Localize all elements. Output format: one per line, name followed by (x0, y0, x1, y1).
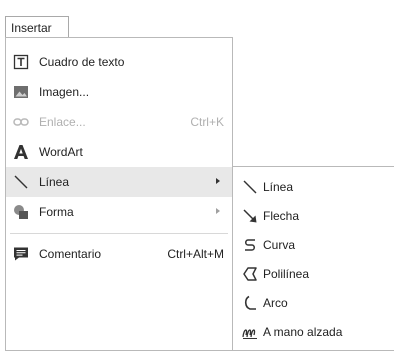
menu-item-image[interactable]: Imagen... (6, 77, 232, 107)
line-icon (242, 179, 258, 195)
chevron-right-icon (216, 208, 220, 214)
menu-item-label: Enlace... (39, 115, 86, 129)
wordart-icon (13, 144, 29, 160)
line-submenu: Línea Flecha Curva Polilínea Arco A mano… (232, 166, 394, 351)
polyline-icon (242, 266, 258, 282)
menu-item-link[interactable]: Enlace... Ctrl+K (6, 107, 232, 137)
menu-item-label: WordArt (39, 145, 83, 159)
insert-menu: Cuadro de texto Imagen... Enlace... Ctrl… (5, 37, 233, 351)
submenu-item-polyline[interactable]: Polilínea (233, 259, 394, 289)
submenu-item-curve[interactable]: Curva (233, 230, 394, 260)
submenu-item-label: Arco (263, 296, 288, 310)
menu-item-shortcut: Ctrl+Alt+M (167, 247, 224, 261)
image-icon (13, 84, 29, 100)
shape-icon (13, 204, 29, 220)
freehand-icon (242, 324, 258, 340)
line-icon (13, 174, 29, 190)
submenu-item-label: Polilínea (263, 267, 310, 281)
submenu-item-arc[interactable]: Arco (233, 288, 394, 318)
comment-icon (13, 246, 29, 262)
menu-item-shortcut: Ctrl+K (190, 115, 224, 129)
arrow-icon (242, 208, 258, 224)
menu-divider (10, 233, 228, 234)
submenu-item-freehand[interactable]: A mano alzada (233, 317, 394, 347)
curve-icon (242, 237, 258, 253)
link-icon (13, 114, 29, 130)
submenu-item-arrow[interactable]: Flecha (233, 201, 394, 231)
menu-item-label: Forma (39, 205, 74, 219)
text-box-icon (13, 54, 29, 70)
submenu-item-label: A mano alzada (263, 325, 343, 339)
menu-item-shape[interactable]: Forma (6, 197, 232, 227)
menu-item-comment[interactable]: Comentario Ctrl+Alt+M (6, 239, 232, 269)
submenu-item-label: Flecha (263, 209, 300, 223)
menu-item-label: Línea (39, 175, 70, 189)
chevron-right-icon (216, 178, 220, 184)
menu-item-label: Comentario (39, 247, 102, 261)
submenu-item-line[interactable]: Línea (233, 172, 394, 202)
menu-item-wordart[interactable]: WordArt (6, 137, 232, 167)
menu-item-text-box[interactable]: Cuadro de texto (6, 47, 232, 77)
menu-item-label: Imagen... (39, 85, 90, 99)
menu-bar: Insertar (0, 0, 394, 38)
submenu-item-label: Curva (263, 238, 296, 252)
menu-insert[interactable]: Insertar (5, 16, 69, 37)
menu-item-label: Cuadro de texto (39, 55, 125, 69)
arc-icon (242, 295, 258, 311)
submenu-item-label: Línea (263, 180, 294, 194)
menu-item-line[interactable]: Línea (6, 167, 232, 197)
